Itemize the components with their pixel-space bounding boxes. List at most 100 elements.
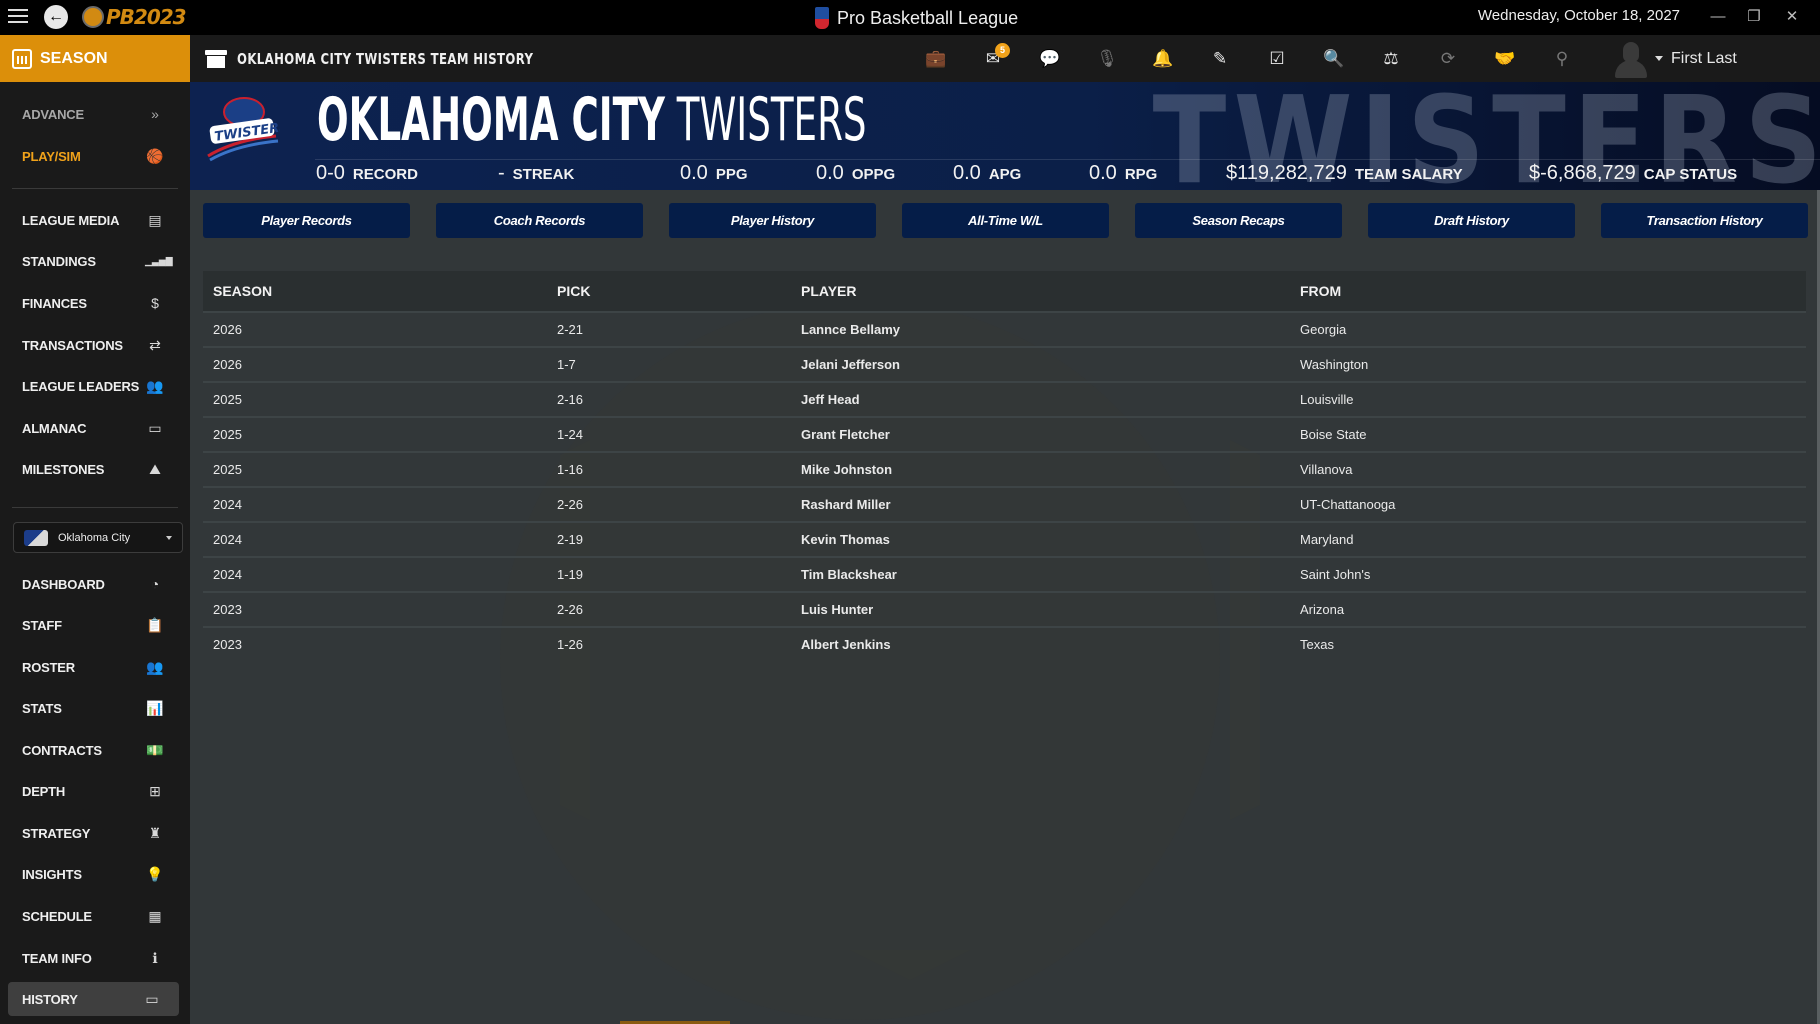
user-avatar[interactable] [1613,40,1649,78]
clipboard-icon: 📋 [146,616,164,633]
sidebar-item-label: LEAGUE MEDIA [22,212,120,228]
sidebar-item-play-sim[interactable]: PLAY/SIM 🏀 [0,139,190,173]
cell-player[interactable]: Luis Hunter [801,602,873,617]
team-logo: TWISTERS [207,97,280,162]
sidebar-item-team-info[interactable]: TEAM INFO ℹ [0,941,190,975]
user-menu[interactable]: First Last [1655,35,1737,82]
team-select-dropdown[interactable]: Oklahoma City [13,522,183,553]
tab-player-records[interactable]: Player Records [203,203,410,238]
stat-label: TEAM SALARY [1354,166,1463,183]
tab-transaction-history[interactable]: Transaction History [1601,203,1808,238]
bell-icon[interactable]: 🔔 [1150,47,1176,71]
sidebar-item-history[interactable]: HISTORY ▭ [8,982,179,1016]
sidebar-item-standings[interactable]: STANDINGS ▁▃▅▇ [0,244,190,278]
sidebar-item-roster[interactable]: ROSTER 👥 [0,650,190,684]
season-menu-button[interactable]: SEASON [0,35,190,82]
table-row[interactable]: 2024 2-19 Kevin Thomas Maryland [203,521,1806,556]
table-row[interactable]: 2025 1-24 Grant Fletcher Boise State [203,416,1806,451]
sidebar-item-transactions[interactable]: TRANSACTIONS ⇄ [0,328,190,362]
back-arrow-icon[interactable]: ← [44,5,68,29]
cell-player[interactable]: Tim Blackshear [801,567,897,582]
sidebar-item-league-leaders[interactable]: LEAGUE LEADERS 👥 [0,369,190,403]
sidebar-item-advance[interactable]: ADVANCE » [0,97,190,131]
cell-season: 2023 [213,602,242,617]
search-icon[interactable]: 🔍 [1321,47,1347,71]
cell-player[interactable]: Rashard Miller [801,497,891,512]
stat-value: $-6,868,729 [1529,162,1636,184]
scale-icon[interactable]: ⚖ [1378,47,1404,71]
cell-player[interactable]: Mike Johnston [801,462,892,477]
cell-from: Texas [1300,637,1334,652]
column-header-from[interactable]: FROM [1300,283,1341,299]
sync-icon[interactable]: ⟳ [1435,47,1461,71]
sidebar-item-label: SCHEDULE [22,908,92,924]
tab-draft-history[interactable]: Draft History [1368,203,1575,238]
tab-season-recaps[interactable]: Season Recaps [1135,203,1342,238]
cell-player[interactable]: Jeff Head [801,392,860,407]
sidebar-item-schedule[interactable]: SCHEDULE ▦ [0,899,190,933]
sidebar-item-label: DEPTH [22,783,66,799]
table-row[interactable]: 2026 1-7 Jelani Jefferson Washington [203,346,1806,381]
tab-all-time-wl[interactable]: All-Time W/L [902,203,1109,238]
handshake-icon[interactable]: 🤝 [1492,47,1518,71]
restore-button[interactable]: ❐ [1742,5,1766,29]
calendar-check-icon[interactable]: ☑ [1264,47,1290,71]
table-row[interactable]: 2025 2-16 Jeff Head Louisville [203,381,1806,416]
bar-chart-icon: 📊 [146,699,164,716]
draft-history-table: SEASON PICK PLAYER FROM 2026 2-21 Lannce B… [203,271,1806,661]
microphone-icon[interactable]: 🎙 [1094,47,1120,71]
cell-player[interactable]: Albert Jenkins [801,637,891,652]
sidebar-divider [12,188,178,189]
cell-season: 2024 [213,567,242,582]
sidebar-item-label: STAFF [22,617,62,633]
basketball-logo-icon [82,6,104,28]
archive-icon: ▭ [148,419,162,436]
cell-player[interactable]: Kevin Thomas [801,532,890,547]
sidebar-item-label: ALMANAC [22,420,87,436]
stat-team-salary: $119,282,729 TEAM SALARY [1226,162,1463,185]
sidebar-item-strategy[interactable]: STRATEGY ♜ [0,816,190,850]
column-header-player[interactable]: PLAYER [801,283,857,299]
table-row[interactable]: 2023 2-26 Luis Hunter Arizona [203,591,1806,626]
sidebar-item-insights[interactable]: INSIGHTS 💡 [0,857,190,891]
table-body: 2026 2-21 Lannce Bellamy Georgia 2026 1-7 Jela… [203,311,1806,661]
table-row[interactable]: 2023 1-26 Albert Jenkins Texas [203,626,1806,661]
caret-down-icon [1655,56,1663,61]
sidebar-item-depth[interactable]: DEPTH ⊞ [0,774,190,808]
stat-label: STREAK [512,166,575,183]
cell-player[interactable]: Jelani Jefferson [801,357,900,372]
sidebar-item-almanac[interactable]: ALMANAC ▭ [0,411,190,445]
binoculars-icon[interactable]: ⚲ [1549,47,1575,71]
column-header-pick[interactable]: PICK [557,283,590,299]
hamburger-menu-icon[interactable] [8,6,28,26]
money-bill-icon: 💵 [146,741,164,758]
column-header-season[interactable]: SEASON [213,283,272,299]
sidebar-item-staff[interactable]: STAFF 📋 [0,608,190,642]
minimize-button[interactable]: — [1706,5,1730,29]
cell-season: 2023 [213,637,242,652]
sidebar-item-contracts[interactable]: CONTRACTS 💵 [0,733,190,767]
table-row[interactable]: 2024 1-19 Tim Blackshear Saint John's [203,556,1806,591]
table-row[interactable]: 2026 2-21 Lannce Bellamy Georgia [203,311,1806,346]
cell-from: Georgia [1300,322,1347,337]
sidebar-item-stats[interactable]: STATS 📊 [0,691,190,725]
cell-player[interactable]: Grant Fletcher [801,427,890,442]
tab-player-history[interactable]: Player History [669,203,876,238]
sidebar-item-dashboard[interactable]: DASHBOARD ◔ [0,567,190,601]
chat-icon[interactable]: 💬 [1037,47,1063,71]
briefcase-icon[interactable]: 💼 [923,47,949,71]
cell-from: Saint John's [1300,567,1371,582]
edit-icon[interactable]: ✎ [1207,47,1233,71]
table-row[interactable]: 2025 1-16 Mike Johnston Villanova [203,451,1806,486]
table-row[interactable]: 2024 2-26 Rashard Miller UT-Chattanooga [203,486,1806,521]
cell-season: 2024 [213,532,242,547]
team-city: OKLAHOMA CITY [317,85,665,155]
sidebar-item-finances[interactable]: FINANCES $ [0,286,190,320]
cell-season: 2024 [213,497,242,512]
cell-player[interactable]: Lannce Bellamy [801,322,900,337]
tab-coach-records[interactable]: Coach Records [436,203,643,238]
sidebar-item-milestones[interactable]: MILESTONES ⛰ [0,452,190,486]
sidebar-item-league-media[interactable]: LEAGUE MEDIA ▤ [0,203,190,237]
close-button[interactable]: ✕ [1780,5,1804,29]
mail-icon[interactable]: ✉ 5 [980,43,1010,71]
